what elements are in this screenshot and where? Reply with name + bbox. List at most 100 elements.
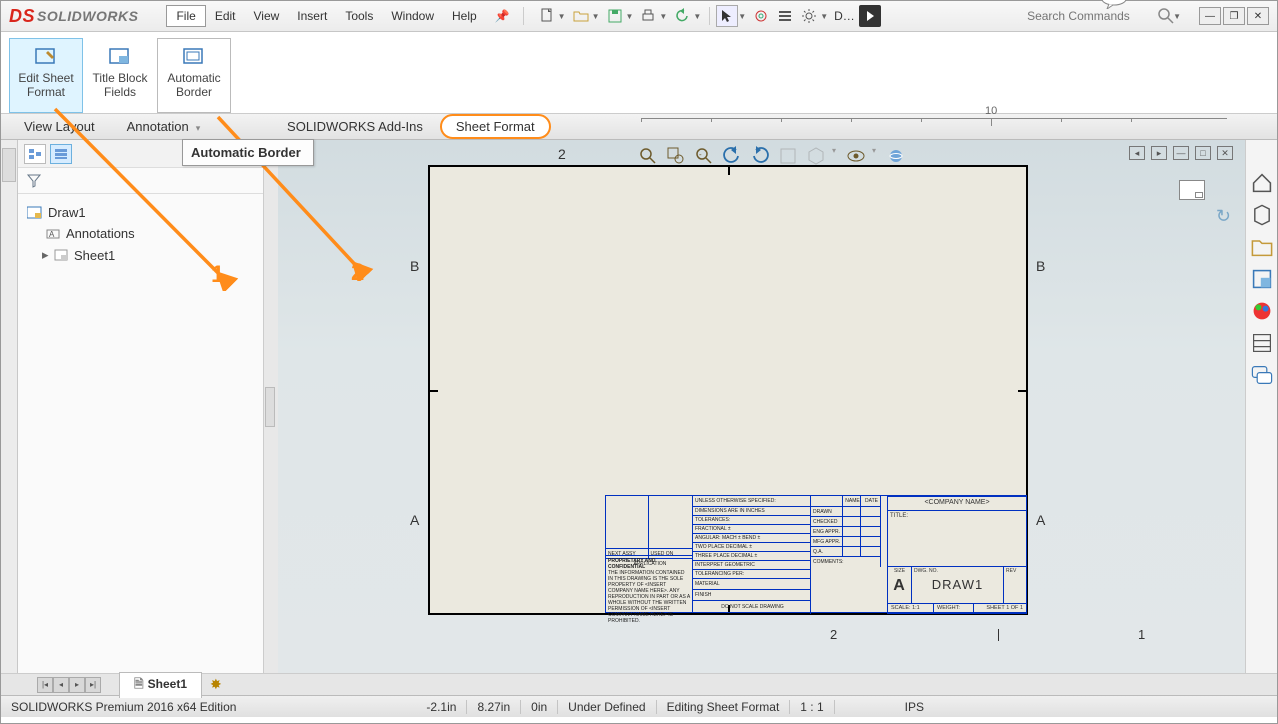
page-preview-icon[interactable] <box>1179 180 1205 200</box>
zone-label: A <box>410 512 419 528</box>
tb-label: MATERIAL <box>693 579 810 589</box>
print-icon[interactable] <box>637 5 659 27</box>
tooltip-automatic-border: Automatic Border <box>182 139 314 166</box>
rotate-ccw-icon[interactable] <box>722 146 742 166</box>
annotation-number-2: 2 <box>351 259 364 287</box>
menu-help[interactable]: Help <box>443 6 486 26</box>
annotation-arrow-2 <box>206 111 376 281</box>
menu-view[interactable]: View <box>245 6 289 26</box>
view-settings-icon[interactable] <box>886 146 906 166</box>
doc-close-icon[interactable]: ✕ <box>1217 146 1233 160</box>
search-commands[interactable]: ▼ <box>1025 7 1183 25</box>
automatic-border-icon <box>158 45 230 67</box>
zone-label: B <box>1036 258 1045 274</box>
zoom-area-icon[interactable] <box>666 146 686 166</box>
options-icon[interactable] <box>774 5 796 27</box>
zoom-prev-icon[interactable]: - <box>694 146 714 166</box>
doc-prev-icon[interactable]: ◂ <box>1129 146 1145 160</box>
tb-label: REV <box>1004 567 1026 575</box>
tb-label: MFG APPR. <box>811 537 843 546</box>
hide-show-icon[interactable] <box>846 146 866 166</box>
menu-window[interactable]: Window <box>382 6 443 26</box>
menu-insert[interactable]: Insert <box>288 6 336 26</box>
view-palette-icon[interactable] <box>1250 268 1274 290</box>
graphics-area[interactable]: 2 - ▾ ▾ ◂ ▸ — □ ✕ ↻ B A B <box>278 140 1245 673</box>
zone-label: A <box>1036 512 1045 528</box>
refresh-arrow-icon[interactable]: ↻ <box>1216 206 1231 227</box>
tab-sheet-format[interactable]: Sheet Format <box>440 114 551 139</box>
drawing-sheet[interactable]: NEXT ASSY USED ON APPLICATION PROPRIETAR… <box>428 165 1028 615</box>
forum-icon[interactable] <box>1250 364 1274 386</box>
ribbon-label: Format <box>10 85 82 99</box>
task-pane <box>1245 140 1277 673</box>
doc-minimize-icon[interactable]: — <box>1173 146 1189 160</box>
window-restore-icon[interactable]: ❐ <box>1223 7 1245 25</box>
left-collapse-strip[interactable] <box>1 140 18 673</box>
rotate-cw-icon[interactable] <box>750 146 770 166</box>
menu-pin-icon[interactable]: 📌 <box>486 6 519 26</box>
custom-props-icon[interactable] <box>1250 332 1274 354</box>
toolbar-d-label[interactable]: D… <box>832 6 857 26</box>
window-close-icon[interactable]: ✕ <box>1247 7 1269 25</box>
tb-label: COMMENTS: <box>811 557 880 567</box>
rebuild-icon[interactable] <box>750 5 772 27</box>
ribbon-label: Title Block <box>84 71 156 85</box>
logo-text: SOLIDWORKS <box>37 8 138 24</box>
tb-title: TITLE: <box>888 511 1026 567</box>
sheet-tab-sheet1[interactable]: 🗎Sheet1 <box>119 672 202 698</box>
appearances-icon[interactable] <box>1250 300 1274 322</box>
ribbon-label: Edit Sheet <box>10 71 82 85</box>
tb-proprietary: PROPRIETARY AND CONFIDENTIAL THE INFORMA… <box>605 555 693 613</box>
zone-label: 2 <box>830 627 837 642</box>
title-block[interactable]: NEXT ASSY USED ON APPLICATION PROPRIETAR… <box>605 495 1027 613</box>
undo-icon[interactable] <box>671 5 693 27</box>
section-view-icon[interactable] <box>778 146 798 166</box>
open-icon[interactable] <box>570 5 592 27</box>
tb-label: THREE PLACE DECIMAL ± <box>693 552 810 560</box>
sheet-nav-prev-icon[interactable]: ◂ <box>53 677 69 693</box>
annotation-number-1: 1 <box>211 261 224 289</box>
tb-dwg-no: DRAW1 <box>912 575 1003 592</box>
zoom-fit-icon[interactable] <box>638 146 658 166</box>
quick-toolbar: ▼ ▼ ▼ ▼ ▼ ▼ ▼ D… ▼ — ❐ ✕ <box>536 5 1277 27</box>
sheet-nav-next-icon[interactable]: ▸ <box>69 677 85 693</box>
ruler-value: 10 <box>985 105 997 117</box>
status-scale[interactable]: 1 : 1 <box>790 700 834 714</box>
tb-label: DIMENSIONS ARE IN INCHES <box>693 507 810 515</box>
status-mode: Editing Sheet Format <box>657 700 791 714</box>
add-sheet-icon[interactable]: ✸ <box>210 676 222 693</box>
doc-next-icon[interactable]: ▸ <box>1151 146 1167 160</box>
select-icon[interactable] <box>716 5 738 27</box>
doc-maximize-icon[interactable]: □ <box>1195 146 1211 160</box>
search-input[interactable] <box>1025 7 1155 25</box>
tb-label: FRACTIONAL ± <box>693 525 810 533</box>
window-minimize-icon[interactable]: — <box>1199 7 1221 25</box>
sheet-nav-first-icon[interactable]: |◂ <box>37 677 53 693</box>
menu-file[interactable]: File <box>166 5 205 27</box>
tb-size: A <box>888 575 911 595</box>
status-units[interactable]: IPS <box>895 700 934 714</box>
filter-funnel-icon[interactable] <box>26 173 42 189</box>
tb-label: TOLERANCES: <box>693 516 810 524</box>
tb-label: ENG APPR. <box>811 527 843 536</box>
save-icon[interactable] <box>604 5 626 27</box>
notification-balloon-icon[interactable] <box>1099 0 1129 9</box>
ruler-top: 10 <box>641 118 1227 134</box>
tb-label: NAME <box>843 496 861 506</box>
ribbon-label: Fields <box>84 85 156 99</box>
file-explorer-icon[interactable] <box>1250 236 1274 258</box>
tb-weight: WEIGHT: <box>934 604 974 614</box>
new-icon[interactable] <box>536 5 558 27</box>
menu-tools[interactable]: Tools <box>336 6 382 26</box>
settings-gear-icon[interactable] <box>798 5 820 27</box>
heads-up-view-toolbar: - ▾ ▾ <box>638 146 906 166</box>
display-style-icon[interactable] <box>806 146 826 166</box>
design-library-icon[interactable] <box>1250 204 1274 226</box>
sheet-nav-last-icon[interactable]: ▸| <box>85 677 101 693</box>
ribbon-label: Automatic <box>158 71 230 85</box>
menu-edit[interactable]: Edit <box>206 6 245 26</box>
tb-unless: UNLESS OTHERWISE SPECIFIED: <box>693 496 810 506</box>
status-x: -2.1in <box>416 700 467 714</box>
home-icon[interactable] <box>1250 172 1274 194</box>
run-macro-icon[interactable] <box>859 5 881 27</box>
